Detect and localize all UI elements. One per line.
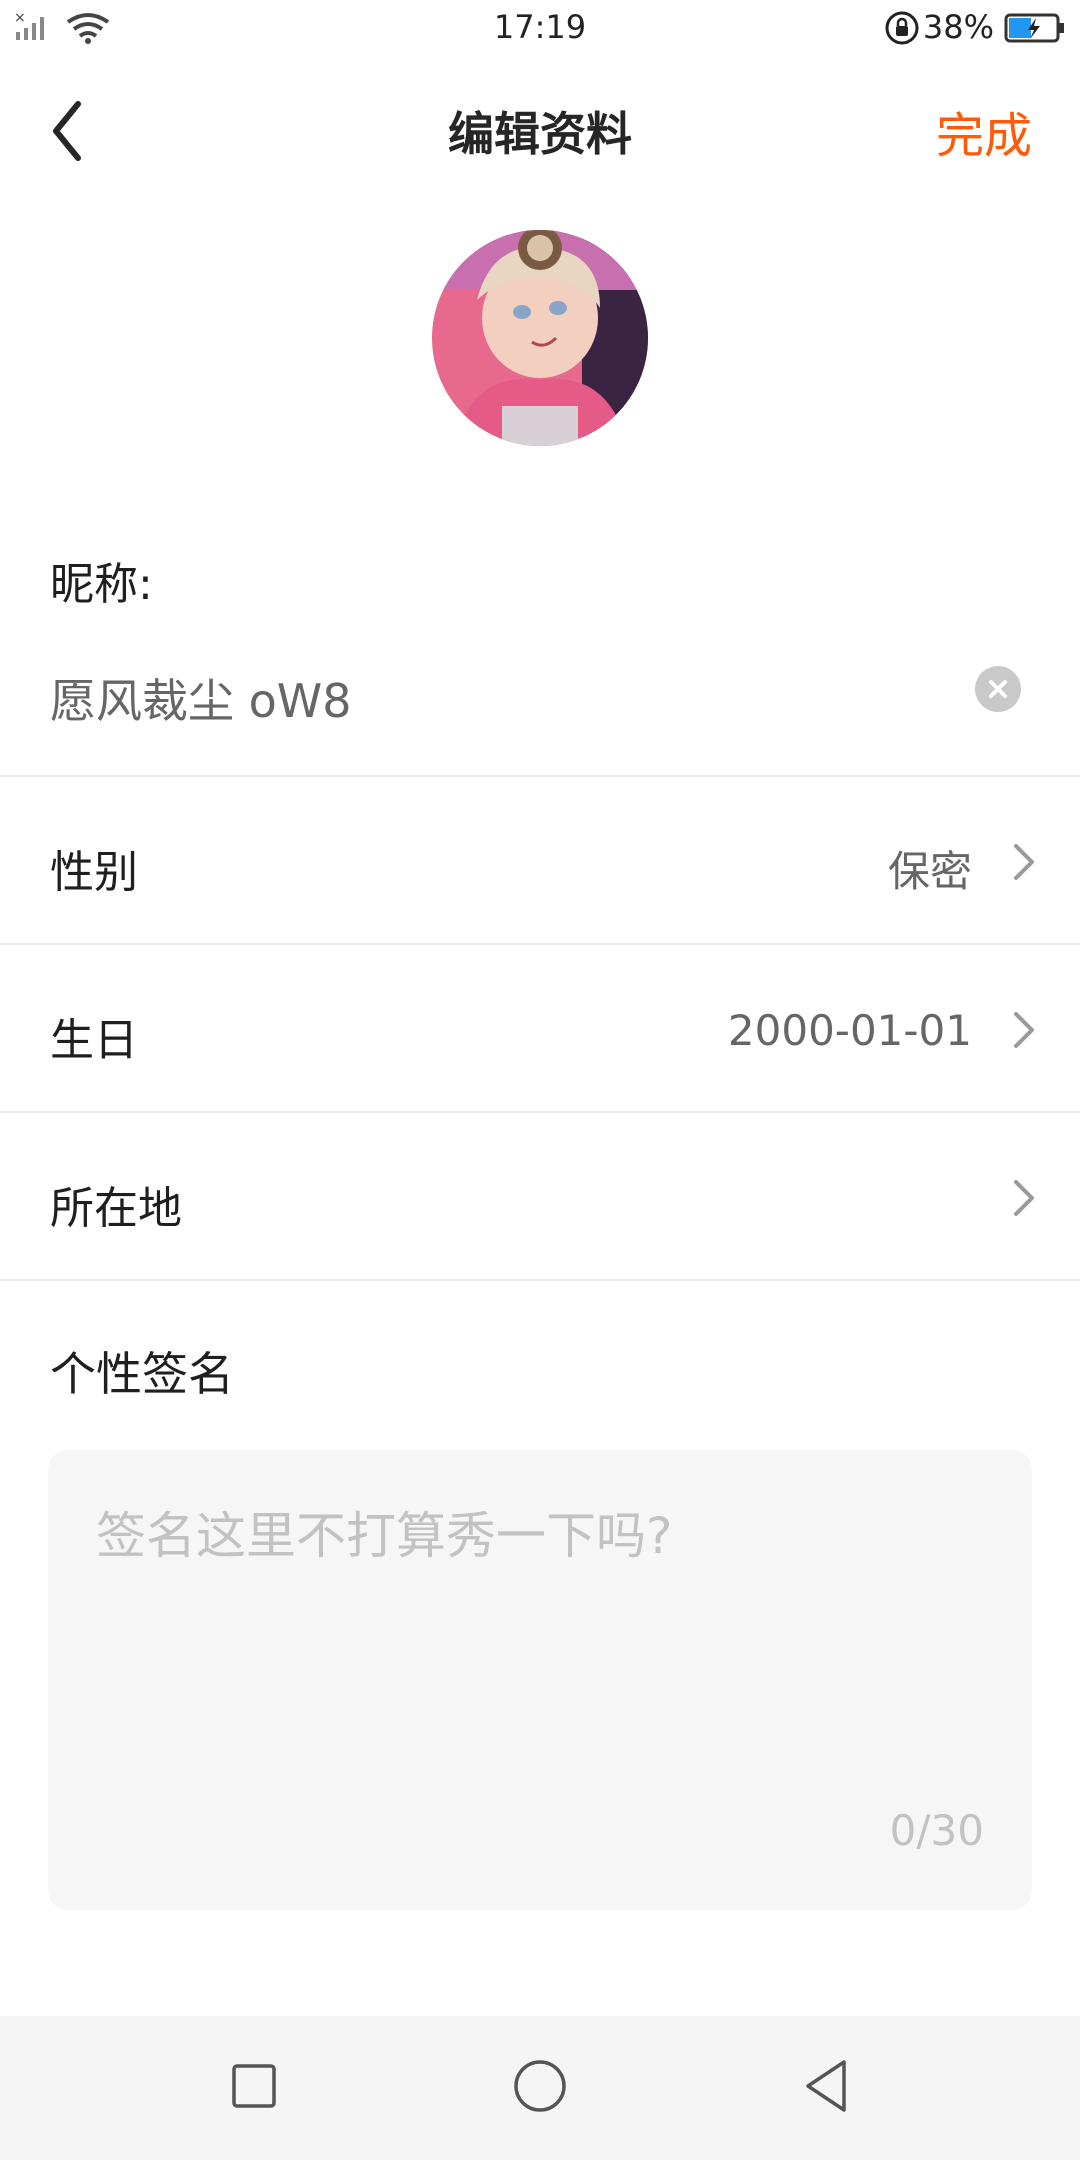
divider [0, 943, 1080, 945]
recents-square-icon[interactable] [224, 2056, 284, 2116]
divider [0, 1279, 1080, 1281]
signature-textarea[interactable]: 签名这里不打算秀一下吗? 0/30 [48, 1450, 1032, 1910]
status-bar: × 17:19 38% [0, 0, 1080, 56]
divider [0, 775, 1080, 777]
nickname-label: 昵称: [50, 559, 153, 610]
top-app-bar: 编辑资料 完成 [0, 56, 1080, 196]
chevron-right-icon [1014, 844, 1034, 880]
birthday-value: 2000-01-01 [727, 1006, 972, 1055]
avatar[interactable] [432, 230, 648, 446]
battery-charging-icon [1004, 13, 1064, 43]
divider [0, 1111, 1080, 1113]
home-circle-icon[interactable] [510, 2056, 570, 2116]
rotation-lock-icon [885, 11, 919, 45]
birthday-label: 生日 [50, 1015, 138, 1066]
page-title: 编辑资料 [448, 107, 632, 161]
chevron-right-icon [1014, 1012, 1034, 1048]
nickname-input[interactable]: 愿风裁尘 oW8 [50, 665, 352, 731]
character-counter: 0/30 [889, 1806, 984, 1855]
back-triangle-icon[interactable] [796, 2056, 856, 2116]
signature-placeholder: 签名这里不打算秀一下吗? [96, 1507, 673, 1565]
location-label: 所在地 [50, 1183, 182, 1234]
signature-label: 个性签名 [50, 1347, 234, 1401]
clear-circle-icon[interactable] [975, 666, 1021, 712]
chevron-right-icon [1014, 1180, 1034, 1216]
gender-label: 性别 [50, 847, 138, 898]
battery-percent: 38% [922, 8, 994, 46]
system-nav-bar [0, 2016, 1080, 2160]
gender-value: 保密 [887, 847, 972, 896]
done-button[interactable]: 完成 [936, 96, 1032, 166]
avatar-image [432, 230, 648, 446]
